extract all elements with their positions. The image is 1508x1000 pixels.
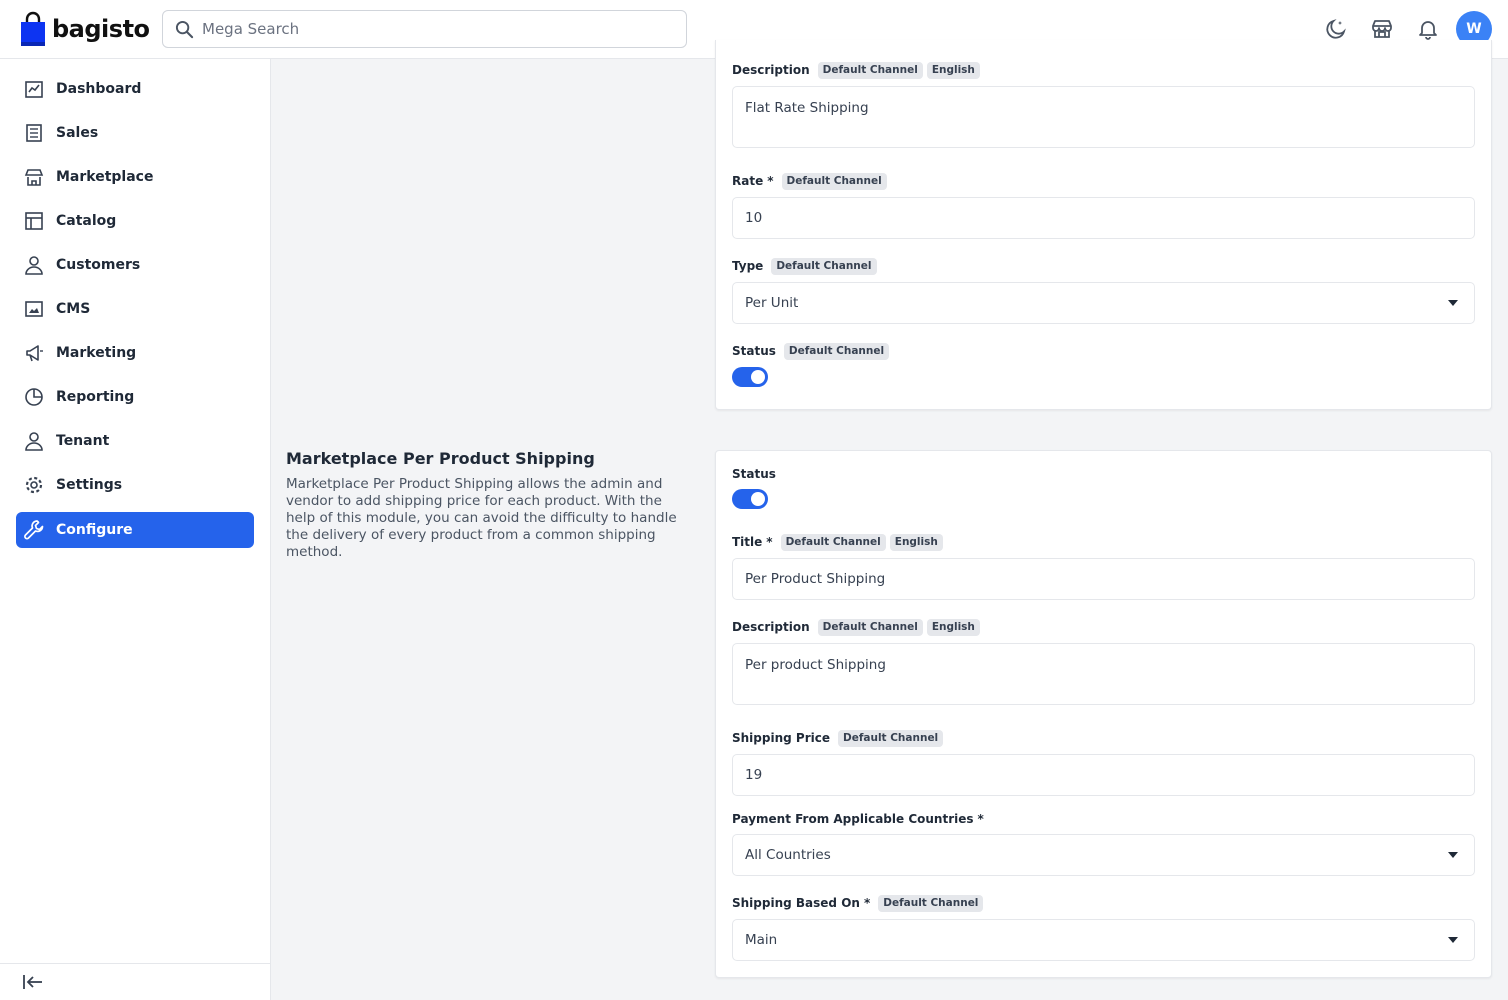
dashboard-icon xyxy=(23,78,45,100)
per-product-title-label: Title * Default Channel English xyxy=(732,534,943,551)
channel-badge: Default Channel xyxy=(781,173,887,190)
search-icon xyxy=(175,20,194,38)
storefront-icon[interactable] xyxy=(1369,16,1395,42)
per-product-status-toggle[interactable] xyxy=(732,489,768,509)
chevron-down-icon xyxy=(1448,937,1458,943)
channel-badge: Default Channel xyxy=(837,730,944,747)
flat-rate-description-label: Description Default Channel English xyxy=(732,62,980,79)
shipping-price-label: Shipping Price Default Channel xyxy=(732,730,944,747)
gear-icon xyxy=(23,474,45,496)
channel-badge: Default Channel xyxy=(817,62,923,79)
flat-rate-status-label: Status Default Channel xyxy=(732,343,890,360)
search-input[interactable] xyxy=(202,20,662,38)
sidebar-item-configure[interactable]: Configure xyxy=(16,512,254,548)
applicable-countries-select[interactable]: All Countries xyxy=(732,834,1475,876)
notification-bell-icon[interactable] xyxy=(1415,16,1441,42)
sidebar-item-dashboard[interactable]: Dashboard xyxy=(16,71,254,107)
sidebar: Dashboard Sales Marketplace Catalog Cust… xyxy=(0,59,271,1000)
flat-rate-type-select[interactable]: Per Unit xyxy=(732,282,1475,324)
user-icon xyxy=(23,430,45,452)
per-product-description-textarea[interactable]: Per product Shipping xyxy=(732,643,1475,705)
mega-search[interactable] xyxy=(162,10,687,48)
store-icon xyxy=(23,166,45,188)
channel-badge: Default Channel xyxy=(878,895,984,912)
chevron-down-icon xyxy=(1448,852,1458,858)
shipping-based-on-select[interactable]: Main xyxy=(732,919,1475,961)
brand-name: bagisto xyxy=(52,15,150,43)
sidebar-item-settings[interactable]: Settings xyxy=(16,467,254,503)
catalog-icon xyxy=(23,210,45,232)
flat-rate-type-label: Type Default Channel xyxy=(732,258,877,275)
bagisto-logo[interactable]: bagisto xyxy=(20,11,150,47)
sidebar-item-reporting[interactable]: Reporting xyxy=(16,379,254,415)
sidebar-item-customers[interactable]: Customers xyxy=(16,247,254,283)
applicable-countries-label: Payment From Applicable Countries * xyxy=(732,812,984,826)
shipping-based-on-label: Shipping Based On * Default Channel xyxy=(732,895,984,912)
collapse-sidebar-icon[interactable] xyxy=(22,973,44,995)
channel-badge: Default Channel xyxy=(780,534,886,551)
channel-badge: Default Channel xyxy=(783,343,890,360)
pie-chart-icon xyxy=(23,386,45,408)
locale-badge: English xyxy=(926,62,980,79)
sidebar-footer xyxy=(0,963,270,1000)
section-title: Marketplace Per Product Shipping xyxy=(286,449,595,468)
flat-rate-rate-input[interactable]: 10 xyxy=(732,197,1475,239)
locale-badge: English xyxy=(926,619,980,636)
cms-icon xyxy=(23,298,45,320)
flat-rate-rate-label: Rate * Default Channel xyxy=(732,173,887,190)
shipping-price-input[interactable]: 19 xyxy=(732,754,1475,796)
per-product-title-input[interactable]: Per Product Shipping xyxy=(732,558,1475,600)
per-product-status-label: Status xyxy=(732,467,776,481)
flat-rate-description-textarea[interactable]: Flat Rate Shipping xyxy=(732,86,1475,148)
sidebar-item-catalog[interactable]: Catalog xyxy=(16,203,254,239)
flat-rate-status-toggle[interactable] xyxy=(732,367,768,387)
sidebar-item-tenant[interactable]: Tenant xyxy=(16,423,254,459)
sidebar-item-marketing[interactable]: Marketing xyxy=(16,335,254,371)
shopping-bag-icon xyxy=(21,11,45,46)
megaphone-icon xyxy=(23,342,45,364)
sales-icon xyxy=(23,122,45,144)
section-description: Marketplace Per Product Shipping allows … xyxy=(286,476,677,560)
chevron-down-icon xyxy=(1448,300,1458,306)
customer-icon xyxy=(23,254,45,276)
dark-mode-icon[interactable] xyxy=(1323,16,1349,42)
sidebar-item-sales[interactable]: Sales xyxy=(16,115,254,151)
sidebar-item-cms[interactable]: CMS xyxy=(16,291,254,327)
channel-badge: Default Channel xyxy=(817,619,923,636)
wrench-icon xyxy=(23,519,45,541)
channel-badge: Default Channel xyxy=(771,258,877,275)
per-product-description-label: Description Default Channel English xyxy=(732,619,980,636)
sidebar-item-marketplace[interactable]: Marketplace xyxy=(16,159,254,195)
locale-badge: English xyxy=(889,534,943,551)
